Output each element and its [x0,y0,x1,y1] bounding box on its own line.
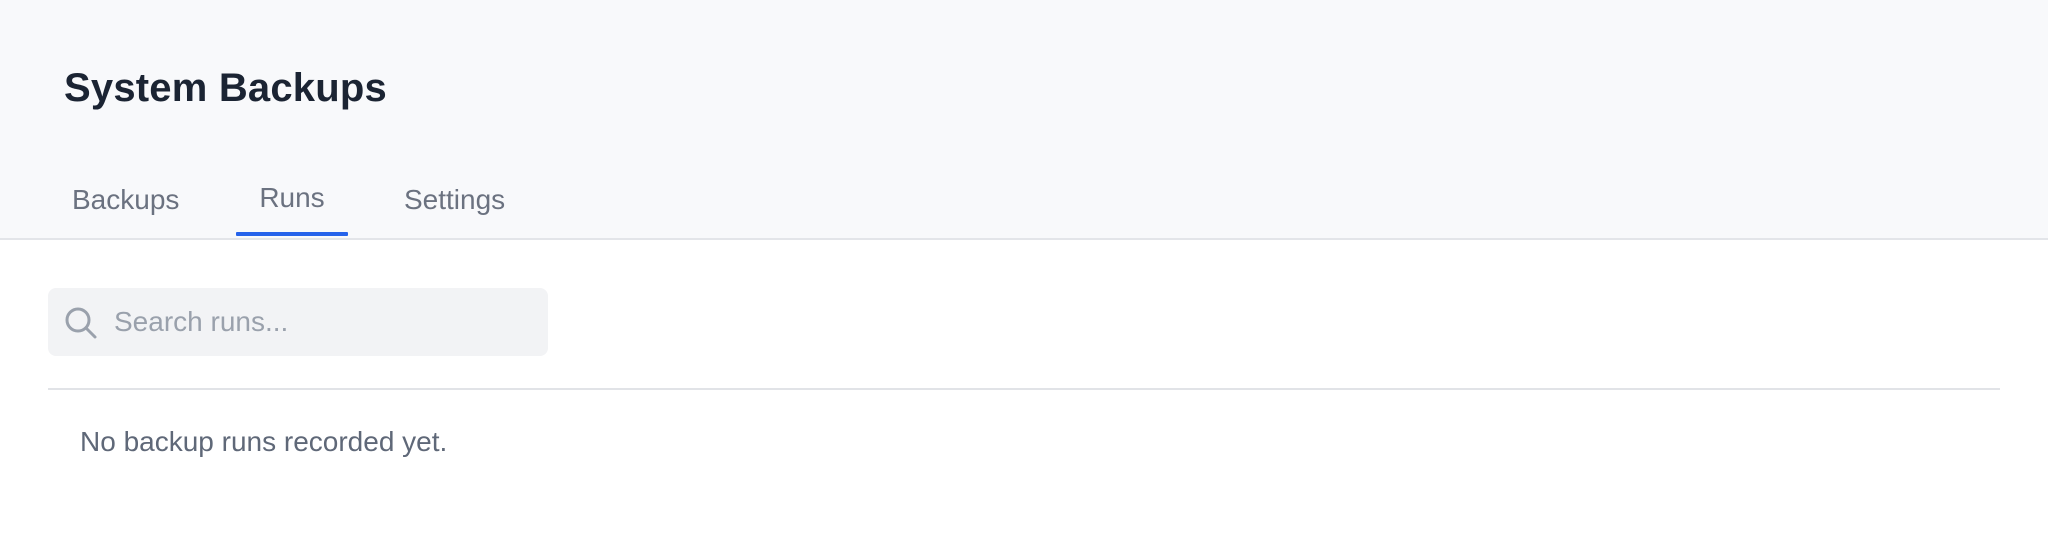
tab-settings[interactable]: Settings [404,168,505,240]
search-input[interactable] [114,288,534,356]
active-tab-indicator [236,232,348,236]
empty-state-message: No backup runs recorded yet. [80,426,448,457]
search-icon [64,306,98,340]
search-box[interactable] [48,288,548,356]
tab-runs[interactable]: Runs [236,166,348,238]
tab-backups[interactable]: Backups [72,168,179,240]
divider [48,388,2000,390]
page-header: System Backups Backups Runs Settings [0,0,2048,240]
page-title: System Backups [64,66,387,110]
tab-bar: Backups Runs Settings [0,166,2048,240]
